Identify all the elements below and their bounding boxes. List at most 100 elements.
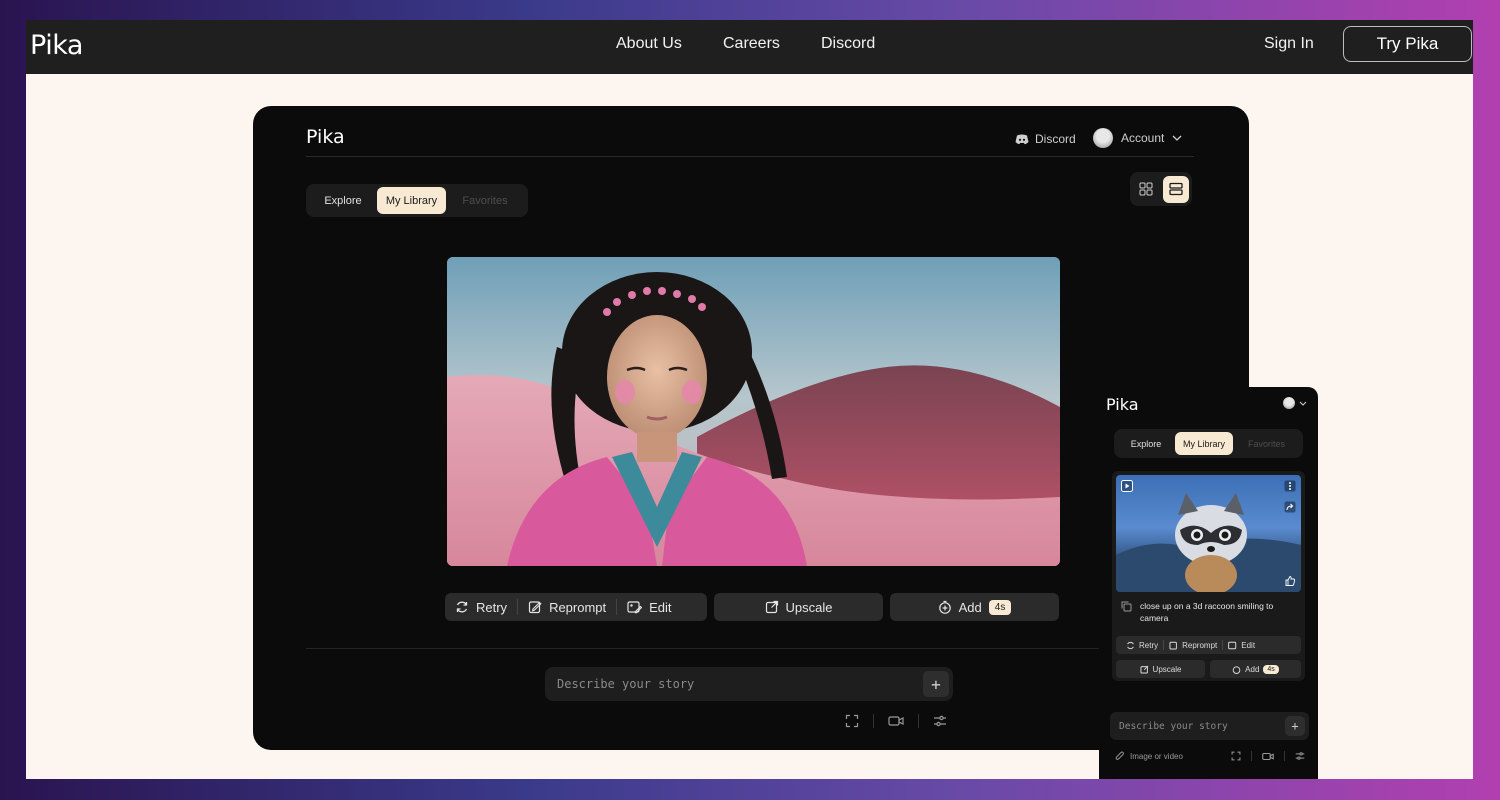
- video-camera-icon[interactable]: [888, 715, 904, 727]
- account-label: Account: [1121, 131, 1165, 145]
- thumbs-up-icon[interactable]: [1284, 575, 1296, 587]
- mobile-tab-explore[interactable]: Explore: [1117, 432, 1175, 455]
- prompt-tools: [845, 714, 947, 728]
- account-menu[interactable]: Account: [1093, 128, 1182, 148]
- edit-image-icon: [1228, 641, 1237, 650]
- discord-link[interactable]: Discord: [1015, 132, 1076, 146]
- mobile-avatar: [1283, 397, 1295, 409]
- mobile-tool-divider: [1251, 751, 1252, 761]
- plus-icon: +: [1291, 719, 1299, 733]
- tab-favorites[interactable]: Favorites: [446, 187, 524, 214]
- retry-icon: [455, 600, 469, 614]
- timer-plus-icon: [938, 600, 952, 614]
- edit-pencil-icon: [528, 600, 542, 614]
- share-icon[interactable]: [1284, 501, 1296, 513]
- video-preview[interactable]: [447, 257, 1060, 566]
- retry-reprompt-edit-group: Retry Reprompt Edit: [445, 593, 707, 621]
- mobile-edit-button[interactable]: Edit: [1222, 640, 1260, 650]
- copy-icon[interactable]: [1121, 601, 1132, 612]
- mobile-account-menu[interactable]: [1283, 397, 1307, 409]
- browser-frame: Pika About Us Careers Discord Sign In Tr…: [26, 20, 1473, 779]
- mobile-tab-my-library[interactable]: My Library: [1175, 432, 1233, 455]
- mobile-upscale-label: Upscale: [1152, 664, 1182, 674]
- library-tabs: Explore My Library Favorites: [306, 184, 528, 217]
- nav-discord[interactable]: Discord: [821, 35, 875, 53]
- tool-divider-2: [918, 714, 919, 728]
- video-caption: close up on a 3d raccoon smiling to came…: [1140, 601, 1274, 623]
- mobile-add-time-button[interactable]: Add 4s: [1210, 660, 1301, 678]
- app-preview-mobile: Pika Explore My Library Favorites close …: [1099, 387, 1318, 779]
- mobile-prompt-tools: Image or video: [1115, 751, 1305, 761]
- tool-divider: [873, 714, 874, 728]
- add-time-button[interactable]: Add 4s: [890, 593, 1059, 621]
- mobile-tab-favorites[interactable]: Favorites: [1233, 432, 1300, 455]
- mobile-add-prompt-button[interactable]: +: [1285, 716, 1305, 736]
- retry-icon: [1126, 641, 1135, 650]
- duration-badge: 4s: [988, 599, 1012, 615]
- aspect-ratio-icon[interactable]: [845, 714, 859, 728]
- edit-button[interactable]: Edit: [616, 599, 681, 615]
- mobile-video-card: close up on a 3d raccoon smiling to came…: [1112, 471, 1305, 681]
- mobile-retry-reprompt-edit-group: Retry Reprompt Edit: [1116, 636, 1301, 654]
- tab-explore[interactable]: Explore: [309, 187, 377, 214]
- more-options-icon[interactable]: [1284, 480, 1296, 492]
- attach-label[interactable]: Image or video: [1130, 752, 1231, 761]
- sign-in-link[interactable]: Sign In: [1264, 35, 1314, 53]
- retry-button[interactable]: Retry: [445, 599, 517, 615]
- edit-image-icon: [627, 600, 643, 614]
- mobile-tool-divider-2: [1284, 751, 1285, 761]
- header-divider: [306, 156, 1194, 157]
- upscale-icon: [1140, 665, 1149, 674]
- upscale-icon: [765, 600, 779, 614]
- mobile-library-tabs: Explore My Library Favorites: [1114, 429, 1303, 458]
- mobile-video-preview[interactable]: [1116, 475, 1301, 592]
- tab-my-library[interactable]: My Library: [377, 187, 446, 214]
- plus-icon: +: [931, 674, 941, 694]
- prompt-input[interactable]: Describe your story +: [545, 667, 953, 701]
- mobile-duration-badge: 4s: [1263, 664, 1279, 674]
- mobile-retry-button[interactable]: Retry: [1116, 640, 1163, 650]
- prompt-placeholder: Describe your story: [557, 677, 695, 691]
- discord-label: Discord: [1035, 132, 1076, 146]
- nav-careers[interactable]: Careers: [723, 35, 780, 53]
- edit-pencil-icon: [1169, 641, 1178, 650]
- mobile-app-logo[interactable]: Pika: [1106, 395, 1139, 414]
- reprompt-button[interactable]: Reprompt: [517, 599, 616, 615]
- upscale-button[interactable]: Upscale: [714, 593, 883, 621]
- chevron-down-icon: [1172, 135, 1182, 141]
- chevron-down-icon: [1299, 401, 1307, 406]
- try-pika-button[interactable]: Try Pika: [1343, 26, 1472, 62]
- mobile-retry-label: Retry: [1139, 640, 1159, 650]
- reprompt-label: Reprompt: [549, 599, 607, 615]
- upscale-label: Upscale: [785, 599, 833, 615]
- avatar: [1093, 128, 1113, 148]
- site-header: Pika About Us Careers Discord Sign In Tr…: [26, 20, 1473, 74]
- edit-label: Edit: [649, 599, 672, 615]
- paperclip-icon[interactable]: [1115, 751, 1125, 761]
- settings-sliders-icon[interactable]: [933, 714, 947, 728]
- composer-divider: [306, 648, 1194, 649]
- mobile-edit-label: Edit: [1241, 640, 1256, 650]
- mobile-prompt-placeholder: Describe your story: [1119, 720, 1228, 732]
- mobile-prompt-input[interactable]: Describe your story +: [1110, 712, 1309, 740]
- play-icon[interactable]: [1121, 480, 1133, 492]
- list-icon: [1169, 182, 1183, 196]
- nav-about-us[interactable]: About Us: [616, 35, 682, 53]
- settings-sliders-icon[interactable]: [1295, 751, 1305, 761]
- aspect-ratio-icon[interactable]: [1231, 751, 1241, 761]
- mobile-add-label: Add: [1245, 664, 1260, 674]
- site-logo[interactable]: Pika: [30, 30, 83, 61]
- mobile-reprompt-button[interactable]: Reprompt: [1163, 640, 1222, 650]
- mobile-upscale-button[interactable]: Upscale: [1116, 660, 1205, 678]
- app-logo[interactable]: Pika: [306, 126, 345, 148]
- view-toggle: [1130, 172, 1192, 206]
- retry-label: Retry: [476, 599, 508, 615]
- grid-view-button[interactable]: [1133, 176, 1160, 203]
- grid-icon: [1139, 182, 1153, 196]
- mobile-reprompt-label: Reprompt: [1182, 640, 1218, 650]
- timer-plus-icon: [1232, 665, 1241, 674]
- list-view-button[interactable]: [1162, 175, 1189, 203]
- discord-icon: [1015, 134, 1029, 145]
- add-prompt-button[interactable]: +: [923, 671, 949, 697]
- video-camera-icon[interactable]: [1262, 752, 1274, 761]
